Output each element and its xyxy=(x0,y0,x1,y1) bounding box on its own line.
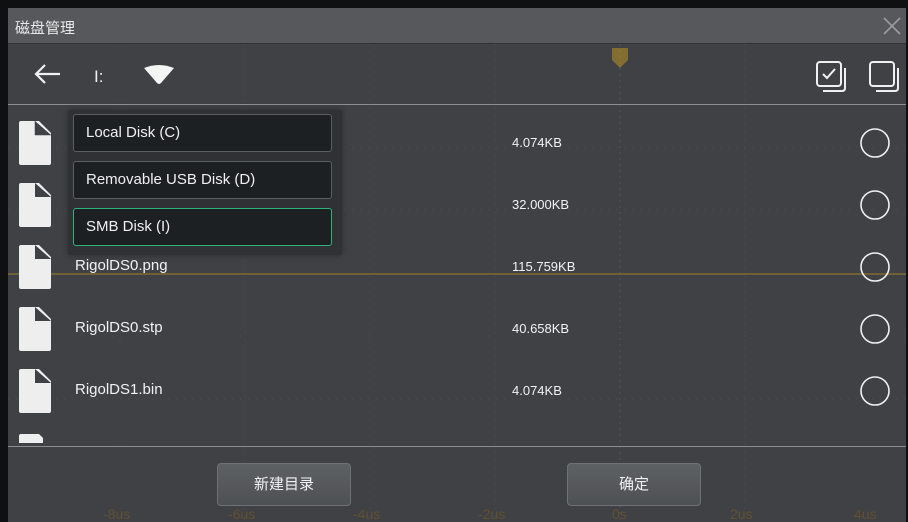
arrow-left-icon[interactable] xyxy=(32,62,62,86)
radio-unchecked-icon[interactable] xyxy=(859,375,891,407)
bottom-divider xyxy=(8,446,906,447)
drive-dropdown-menu: Local Disk (C) Removable USB Disk (D) SM… xyxy=(68,110,342,255)
file-size: 4.074KB xyxy=(512,135,562,150)
checkbox-checked-icon[interactable] xyxy=(815,60,849,94)
triangle-down-icon[interactable] xyxy=(142,64,176,86)
title-bar: 磁盘管理 xyxy=(8,8,906,44)
file-size: 4.074KB xyxy=(512,383,562,398)
disk-management-dialog: 磁盘管理 I: 4.074KB 32.000KB RigolDS0.png 11… xyxy=(8,8,906,522)
axis-label: -8us xyxy=(103,506,131,522)
drive-option-removable-usb-disk-d[interactable]: Removable USB Disk (D) xyxy=(73,161,332,199)
file-name: RigolDS0.png xyxy=(75,257,168,274)
confirm-button[interactable]: 确定 xyxy=(567,463,701,506)
file-icon xyxy=(19,307,51,351)
radio-unchecked-icon[interactable] xyxy=(859,313,891,345)
file-name: RigolDS1.bin xyxy=(75,381,163,398)
radio-unchecked-icon[interactable] xyxy=(859,127,891,159)
file-icon xyxy=(19,369,51,413)
file-size: 40.658KB xyxy=(512,321,570,336)
current-drive-label: I: xyxy=(94,67,104,86)
file-row[interactable]: RigolDS1.bin 4.074KB xyxy=(8,360,906,422)
axis-label: 0s xyxy=(612,506,627,522)
new-folder-button[interactable]: 新建目录 xyxy=(217,463,351,506)
file-name: RigolDS0.stp xyxy=(75,319,163,336)
close-icon[interactable] xyxy=(880,14,904,38)
file-size: 32.000KB xyxy=(512,197,570,212)
checkbox-empty-icon[interactable] xyxy=(868,60,902,94)
toolbar-divider xyxy=(8,104,906,105)
axis-label: 2us xyxy=(730,506,753,522)
toolbar: I: xyxy=(8,44,906,106)
file-icon xyxy=(19,183,51,227)
radio-unchecked-icon[interactable] xyxy=(859,189,891,221)
drive-option-smb-disk-i[interactable]: SMB Disk (I) xyxy=(73,208,332,246)
axis-label: -4us xyxy=(353,506,381,522)
drive-option-local-disk-c[interactable]: Local Disk (C) xyxy=(73,114,332,152)
axis-label: -2us xyxy=(478,506,506,522)
file-size: 115.759KB xyxy=(512,259,576,274)
file-icon xyxy=(19,121,51,165)
axis-label: 4us xyxy=(854,506,877,522)
dialog-title: 磁盘管理 xyxy=(15,20,76,37)
file-row[interactable]: RigolDS0.stp 40.658KB xyxy=(8,298,906,360)
file-icon xyxy=(19,434,43,443)
axis-label: -6us xyxy=(228,506,256,522)
radio-unchecked-icon[interactable] xyxy=(859,251,891,283)
file-icon xyxy=(19,245,51,289)
